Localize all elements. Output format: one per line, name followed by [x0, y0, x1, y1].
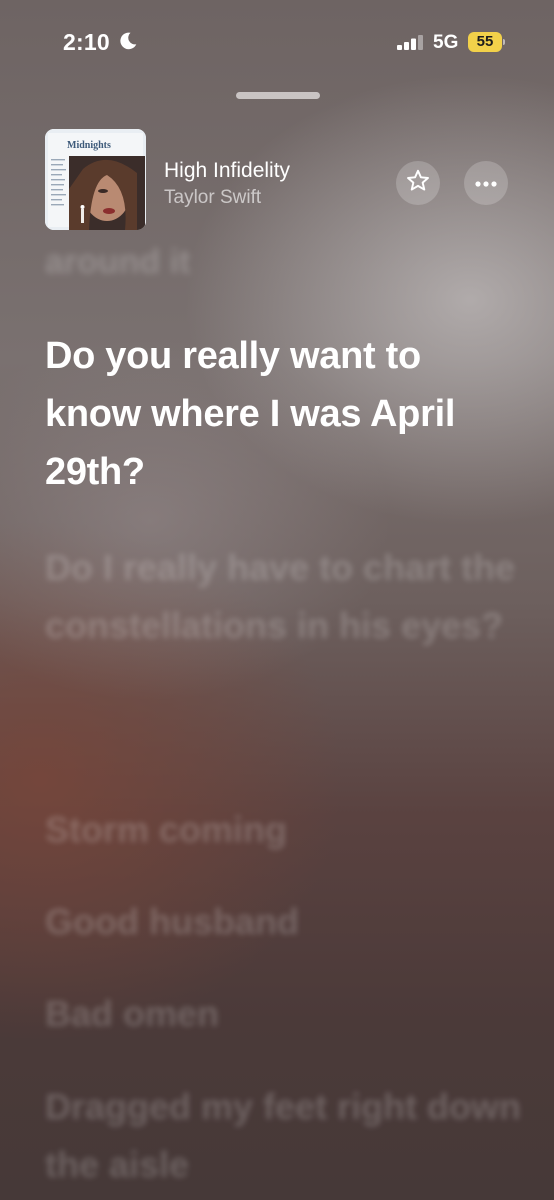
- lyric-line-upcoming[interactable]: Storm coming: [45, 801, 525, 859]
- lyric-line-upcoming[interactable]: Bad omen: [45, 985, 525, 1043]
- song-title[interactable]: High Infidelity: [164, 159, 290, 183]
- battery-level: 55: [468, 32, 502, 52]
- sheet-grabber-handle[interactable]: [236, 92, 320, 99]
- status-bar: 2:10 5G 55: [0, 0, 554, 84]
- lyric-line-upcoming[interactable]: Dragged my feet right down the aisle: [45, 1078, 525, 1194]
- ellipsis-icon: [475, 174, 497, 192]
- more-options-button[interactable]: [464, 161, 508, 205]
- album-art[interactable]: Midnights: [45, 129, 146, 230]
- battery-tip: [503, 39, 505, 45]
- lyric-line-current[interactable]: Do you really want to know where I was A…: [45, 327, 525, 501]
- status-time: 2:10: [63, 29, 110, 55]
- lyric-line-upcoming[interactable]: Do I really have to chart the constellat…: [45, 539, 525, 655]
- cellular-signal-icon: [397, 35, 425, 50]
- song-artist[interactable]: Taylor Swift: [164, 187, 261, 209]
- star-icon: [405, 168, 431, 199]
- lyric-line-upcoming[interactable]: Good husband: [45, 893, 525, 951]
- favorite-button[interactable]: [396, 161, 440, 205]
- album-art-title: Midnights: [67, 140, 111, 151]
- network-label: 5G: [433, 32, 459, 53]
- moon-icon: [118, 31, 138, 51]
- lyric-line-previous[interactable]: around it: [45, 242, 525, 284]
- battery-icon: 55: [468, 32, 505, 52]
